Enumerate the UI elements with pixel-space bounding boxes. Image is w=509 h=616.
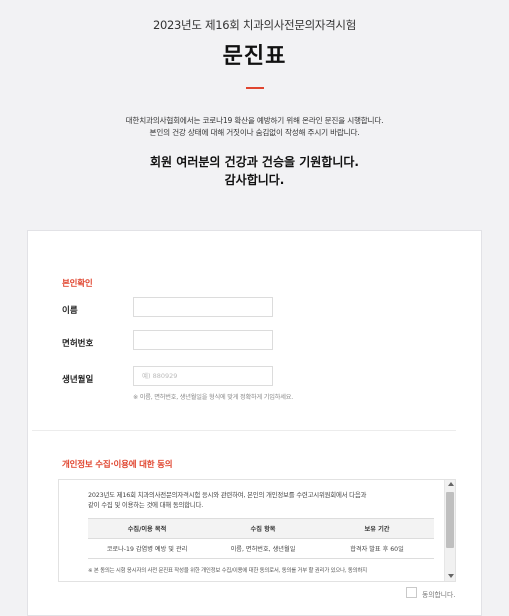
scroll-down-arrow-icon[interactable] <box>448 574 454 578</box>
exam-title: 2023년도 제16회 치과의사전문의자격시험 <box>152 18 356 32</box>
license-number-input[interactable] <box>133 330 273 350</box>
greeting-message: 회원 여러분의 건강과 건승을 기원합니다. 감사합니다. <box>0 153 509 189</box>
table-header-cell: 수집 항목 <box>206 518 320 539</box>
name-label: 이름 <box>62 306 78 316</box>
name-input[interactable] <box>133 297 273 317</box>
table-cell: 코로나-19 감염병 예방 및 관리 <box>88 538 206 559</box>
scrollbar-thumb[interactable] <box>446 492 454 548</box>
agree-checkbox[interactable] <box>406 587 417 598</box>
agree-label[interactable]: 동의합니다. <box>422 589 455 599</box>
notice-line-1: 대한치과의사협회에서는 코로나19 확산을 예방하기 위해 온라인 문진을 시행… <box>125 116 384 125</box>
title-accent-divider <box>246 87 264 89</box>
birthdate-label: 생년월일 <box>62 375 94 385</box>
scroll-up-arrow-icon[interactable] <box>448 482 454 486</box>
table-header-row: 수집/이용 목적 수집 항목 보유 기간 <box>88 518 434 539</box>
terms-line-2: 같이 수집 및 이용하는 것에 대해 동의합니다. <box>88 501 204 509</box>
table-row: 코로나-19 감염병 예방 및 관리 이름, 면허번호, 생년월일 합격자 발표… <box>88 538 434 559</box>
birthdate-input[interactable] <box>133 366 273 386</box>
license-number-label: 면허번호 <box>62 339 94 349</box>
table-header-cell: 보유 기간 <box>320 518 434 539</box>
privacy-section-title: 개인정보 수집·이용에 대한 동의 <box>62 460 173 470</box>
section-divider <box>32 430 456 431</box>
notice-line-2: 본인의 건강 상태에 대해 거짓이나 숨김없이 작성해 주시기 바랍니다. <box>149 128 360 137</box>
terms-scrollbar[interactable] <box>444 480 455 581</box>
privacy-terms-text: 2023년도 제16회 치과의사전문의자격시험 응시와 관련하여, 본인의 개인… <box>88 490 488 510</box>
terms-line-1: 2023년도 제16회 치과의사전문의자격시험 응시와 관련하여, 본인의 개인… <box>88 491 367 499</box>
table-header-cell: 수집/이용 목적 <box>88 518 206 539</box>
table-cell: 이름, 면허번호, 생년월일 <box>206 538 320 559</box>
notice-text: 대한치과의사협회에서는 코로나19 확산을 예방하기 위해 온라인 문진을 시행… <box>0 115 509 139</box>
table-cell: 합격자 발표 후 60일 <box>320 538 434 559</box>
greeting-line-1: 회원 여러분의 건강과 건승을 기원합니다. <box>150 155 359 169</box>
identity-hint: ※ 이름, 면허번호, 생년월일을 형식에 맞게 정확하게 기입하세요. <box>133 394 293 401</box>
page-header: 2023년도 제16회 치과의사전문의자격시험 문진표 대한치과의사협회에서는 … <box>0 0 509 230</box>
privacy-terms-table: 수집/이용 목적 수집 항목 보유 기간 코로나-19 감염병 예방 및 관리 … <box>88 518 434 559</box>
greeting-line-2: 감사합니다. <box>224 173 285 187</box>
privacy-consent-note: ※ 본 동의는 시험 응시자의 사전 문진표 작성을 위한 개인정보 수집/이용… <box>88 568 367 574</box>
identity-section-title: 본인확인 <box>62 279 93 289</box>
page-title: 문진표 <box>222 44 287 69</box>
